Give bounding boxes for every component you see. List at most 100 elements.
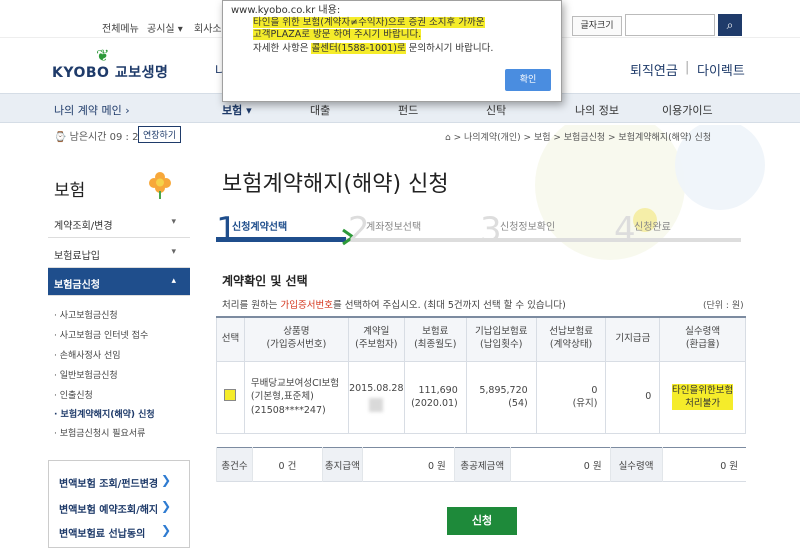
unit-label: (단위 : 원) (703, 301, 744, 311)
total-payment-label: 총지급액 (321, 447, 363, 482)
instr-highlight: 가입증서번호 (280, 300, 333, 311)
submenu-required-docs[interactable]: · 보험금신청시 필요서류 (54, 426, 145, 439)
sidebar-title: 보험 (54, 181, 86, 201)
link-variable-prepay[interactable]: 변액보험료 선납동의 ❯ (59, 523, 171, 540)
col-premium: 보험료 (최종월도) (403, 316, 467, 362)
chevron-up-icon: ▴ (171, 276, 176, 286)
step-3-number: 3 (480, 210, 502, 250)
menu-retirement-pension[interactable]: 퇴직연금 (630, 60, 678, 79)
cell-paid-out: 0 (605, 360, 661, 434)
menu-divider: | (685, 60, 690, 75)
background-decoration (535, 125, 765, 260)
col-paid-out: 기지급금 (605, 316, 661, 362)
nav-trust[interactable]: 신탁 (486, 102, 506, 118)
total-count-label: 총건수 (216, 447, 253, 482)
instruction-text: 처리를 원하는 가입증서번호를 선택하여 주십시오. (최대 5건까지 선택 할… (222, 297, 566, 311)
session-timer: ⌚ 남은시간 09 : 27 (54, 128, 145, 143)
instr-pre: 처리를 원하는 (222, 300, 281, 311)
sidebar-item-contract-inquiry[interactable]: 계약조회/변경 ▾ (48, 208, 190, 238)
sidebar-item-label: 보험료납입 (54, 251, 100, 262)
chevron-down-icon: ▾ (171, 217, 176, 227)
page-title: 보험계약해지(해약) 신청 (222, 172, 449, 197)
search-input[interactable] (625, 14, 715, 36)
table-row: 무배당교보여성CI보험 (기본형,표준체) (21508****247) 201… (216, 360, 746, 434)
col-paid: 기납입보험료 (납입횟수) (465, 316, 537, 362)
col-product: 상품명 (가입증서번호) (243, 316, 349, 362)
cell-premium: 111,690 (2020.01) (403, 360, 467, 434)
chevron-right-icon: ❯ (161, 499, 172, 513)
step-2-label: 계좌정보선택 (366, 222, 422, 233)
total-count-value: 0 건 (251, 447, 323, 482)
dialog-line-2: 고객PLAZA로 방문 하여 주시기 바랍니다. (253, 29, 422, 40)
submenu-general-claim[interactable]: · 일반보험금신청 (54, 368, 118, 381)
nav-loan[interactable]: 대출 (310, 102, 330, 118)
cell-actual: 타인을위한보험 처리불가 (659, 360, 746, 434)
contract-date-value: 2015.08.28 (349, 383, 404, 395)
contract-table: 선택 상품명 (가입증서번호) 계약일 (주보험자) 보험료 (최종월도) 기납… (216, 316, 746, 434)
total-deduction-label: 총공제금액 (453, 447, 511, 482)
submenu-accident-claim[interactable]: · 사고보험금신청 (54, 308, 118, 321)
dialog-line-1: 타인을 위한 보험(계약자≠수익자)으로 증권 소지후 가까운 (253, 17, 485, 28)
col-actual: 실수령액 (환급율) (659, 316, 746, 362)
submenu-withdrawal[interactable]: · 인출신청 (54, 388, 93, 401)
timer-icon: ⌚ (54, 132, 67, 143)
chevron-right-icon: ❯ (161, 473, 172, 487)
alert-dialog: www.kyobo.co.kr 내용: 타인을 위한 보험(계약자≠수익자)으로… (222, 0, 562, 102)
total-payment-value: 0 원 (361, 447, 455, 482)
font-size-button[interactable]: 글자크기 (572, 16, 622, 36)
chevron-down-icon: ▾ (171, 247, 176, 257)
extend-session-button[interactable]: 연장하기 (138, 126, 182, 143)
cell-product: 무배당교보여성CI보험 (기본형,표준체) (21508****247) (243, 360, 349, 434)
table-header-row: 선택 상품명 (가입증서번호) 계약일 (주보험자) 보험료 (최종월도) 기납… (216, 316, 746, 362)
masked-name (369, 397, 384, 412)
actual-amount-note: 타인을위한보험 처리불가 (672, 383, 734, 411)
apply-button[interactable]: 신청 (447, 507, 517, 535)
step-1-label: 신청계약선택 (232, 222, 288, 233)
total-deduction-value: 0 원 (509, 447, 611, 482)
cell-contract-date: 2015.08.28 (347, 360, 405, 434)
logo-text: KYOBO 교보생명 (52, 65, 169, 81)
nav-fund[interactable]: 펀드 (398, 102, 418, 118)
submenu-adjuster[interactable]: · 손해사정사 선임 (54, 348, 121, 361)
variable-insurance-box: 변액보험 조회/펀드변경 ❯ 변액보험 예약조회/해지 ❯ 변액보험료 선납동의 ❯ (48, 460, 190, 548)
step-4-label: 신청완료 (634, 222, 671, 233)
nav-my-info[interactable]: 나의 정보 (575, 102, 619, 118)
link-label: 변액보험료 선납동의 (59, 529, 146, 540)
nav-insurance[interactable]: 보험 ▾ (222, 102, 252, 118)
sidebar-item-claim[interactable]: 보험금신청 ▴ (48, 268, 190, 296)
dialog-line-3-post: 문의하시기 바랍니다. (405, 43, 494, 54)
select-checkbox[interactable] (224, 388, 237, 401)
link-variable-fund-change[interactable]: 변액보험 조회/펀드변경 ❯ (59, 473, 171, 490)
dialog-ok-button[interactable]: 확인 (505, 69, 551, 91)
dialog-message: 타인을 위한 보험(계약자≠수익자)으로 증권 소지후 가까운 고객PLAZA로… (253, 17, 493, 55)
summary-row: 총건수 0 건 총지급액 0 원 총공제금액 0 원 실수령액 0 원 (216, 447, 746, 482)
actual-amount-value: 0 원 (661, 447, 746, 482)
dialog-line-3-pre: 자세한 사항은 (253, 43, 312, 54)
util-link-disclosure[interactable]: 공시실 ▾ (147, 20, 183, 35)
sidebar-item-label: 보험금신청 (54, 280, 100, 291)
nav-guide[interactable]: 이용가이드 (662, 102, 713, 118)
link-label: 변액보험 조회/펀드변경 (59, 479, 159, 490)
cell-prepaid: 0 (유지) (535, 360, 607, 434)
actual-amount-label: 실수령액 (609, 447, 663, 482)
section-title: 계약확인 및 선택 (222, 274, 308, 288)
step-3-label: 신청정보확인 (500, 222, 556, 233)
col-select: 선택 (216, 316, 245, 362)
menu-direct[interactable]: 다이렉트 (697, 60, 745, 79)
chevron-right-icon: ❯ (161, 523, 172, 537)
nav-my-contract-main[interactable]: 나의 계약 메인 › (54, 102, 130, 118)
kyobo-logo[interactable]: ❦ KYOBO 교보생명 (52, 46, 172, 81)
breadcrumb: ⌂ > 나의계약(개인) > 보험 > 보험금신청 > 보험계약해지(해약) 신… (445, 133, 712, 143)
submenu-termination[interactable]: · 보험계약해지(해약) 신청 (54, 407, 155, 420)
sidebar-item-premium-payment[interactable]: 보험료납입 ▾ (48, 238, 190, 268)
util-link-all-menu[interactable]: 전체메뉴 (102, 20, 139, 35)
instr-post: 를 선택하여 주십시오. (최대 5건까지 선택 할 수 있습니다) (332, 300, 566, 311)
link-variable-reservation[interactable]: 변액보험 예약조회/해지 ❯ (59, 499, 171, 516)
cell-select (216, 360, 245, 434)
dialog-title: www.kyobo.co.kr 내용: (231, 5, 341, 16)
submenu-accident-online[interactable]: · 사고보험금 인터넷 접수 (54, 328, 148, 341)
search-icon[interactable]: ⌕ (718, 14, 742, 36)
link-label: 변액보험 예약조회/해지 (59, 505, 159, 516)
step-4-number: 4 (614, 210, 636, 250)
cell-paid: 5,895,720 (54) (465, 360, 537, 434)
